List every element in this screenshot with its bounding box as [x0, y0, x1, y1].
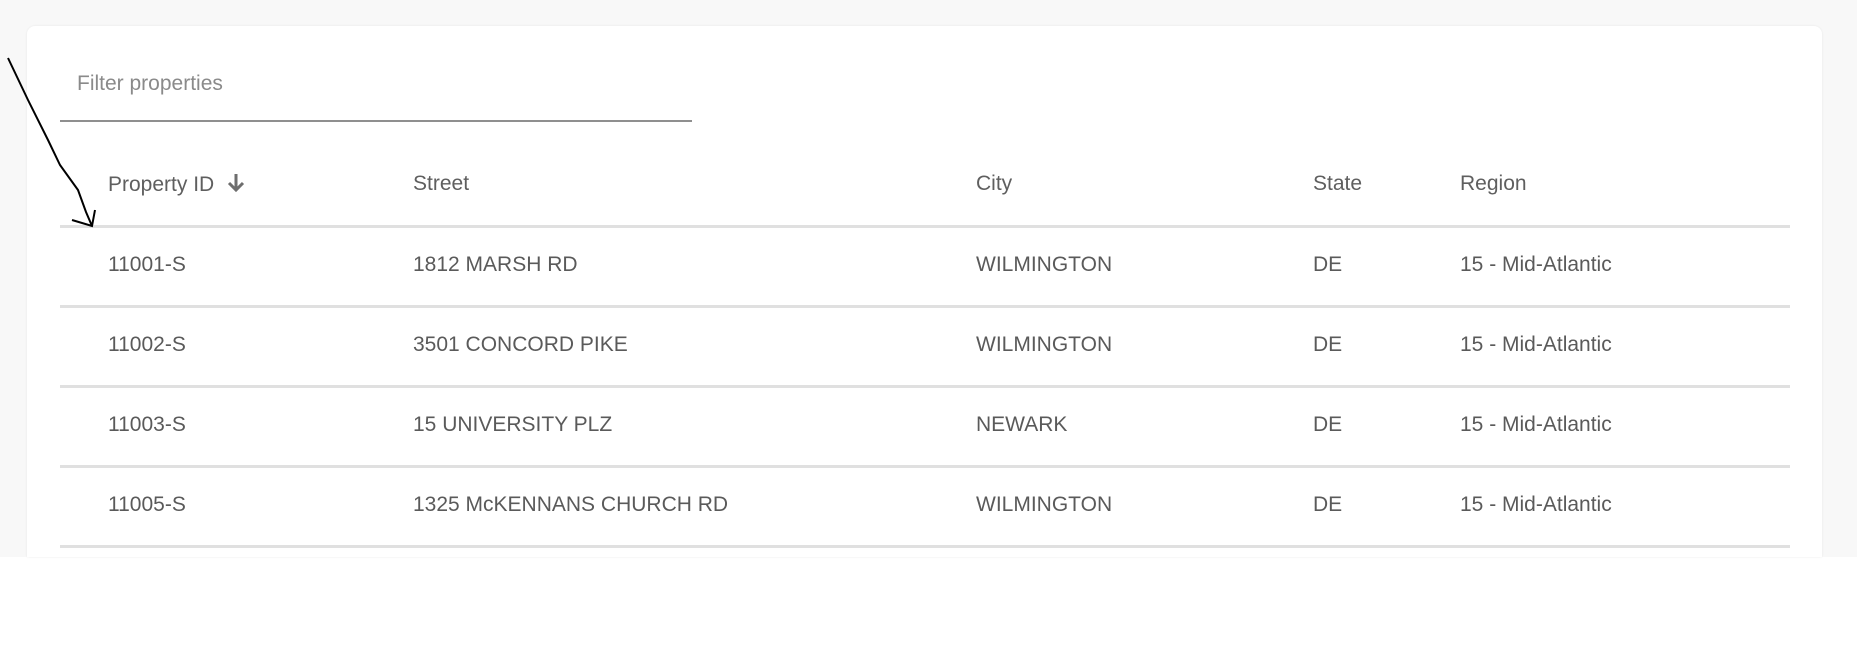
- properties-card: Property ID Street City State Region 110…: [27, 26, 1822, 557]
- cell-property-id: 11005-S: [108, 493, 186, 516]
- cell-city: WILMINGTON: [976, 253, 1113, 276]
- arrow-down-icon[interactable]: [226, 172, 246, 200]
- column-header-label: Property ID: [108, 173, 215, 196]
- cell-street: 1325 McKENNANS CHURCH RD: [413, 493, 729, 516]
- column-header-region[interactable]: Region: [1460, 172, 1527, 196]
- table-row[interactable]: 11005-S 1325 McKENNANS CHURCH RD WILMING…: [60, 468, 1790, 548]
- cell-state: DE: [1313, 333, 1343, 356]
- filter-properties-input[interactable]: [60, 54, 692, 114]
- cell-state: DE: [1313, 253, 1343, 276]
- table-row[interactable]: 11002-S 3501 CONCORD PIKE WILMINGTON DE …: [60, 308, 1790, 388]
- properties-table: Property ID Street City State Region 110…: [60, 134, 1790, 548]
- cell-street: 3501 CONCORD PIKE: [413, 333, 628, 356]
- cell-region: 15 - Mid-Atlantic: [1460, 413, 1612, 436]
- cell-property-id: 11002-S: [108, 333, 186, 356]
- column-header-property-id[interactable]: Property ID: [108, 172, 246, 200]
- table-row[interactable]: 11003-S 15 UNIVERSITY PLZ NEWARK DE 15 -…: [60, 388, 1790, 468]
- cell-state: DE: [1313, 493, 1343, 516]
- cell-region: 15 - Mid-Atlantic: [1460, 253, 1612, 276]
- cell-city: WILMINGTON: [976, 493, 1113, 516]
- cell-property-id: 11003-S: [108, 413, 186, 436]
- cell-region: 15 - Mid-Atlantic: [1460, 493, 1612, 516]
- cell-city: NEWARK: [976, 413, 1068, 436]
- column-header-city[interactable]: City: [976, 172, 1012, 196]
- cell-street: 1812 MARSH RD: [413, 253, 578, 276]
- cell-street: 15 UNIVERSITY PLZ: [413, 413, 613, 436]
- table-header: Property ID Street City State Region: [60, 134, 1790, 228]
- column-header-street[interactable]: Street: [413, 172, 469, 196]
- cell-property-id: 11001-S: [108, 253, 186, 276]
- cell-city: WILMINGTON: [976, 333, 1113, 356]
- column-header-state[interactable]: State: [1313, 172, 1362, 196]
- cell-state: DE: [1313, 413, 1343, 436]
- filter-field[interactable]: [60, 54, 692, 122]
- cell-region: 15 - Mid-Atlantic: [1460, 333, 1612, 356]
- table-row[interactable]: 11001-S 1812 MARSH RD WILMINGTON DE 15 -…: [60, 228, 1790, 308]
